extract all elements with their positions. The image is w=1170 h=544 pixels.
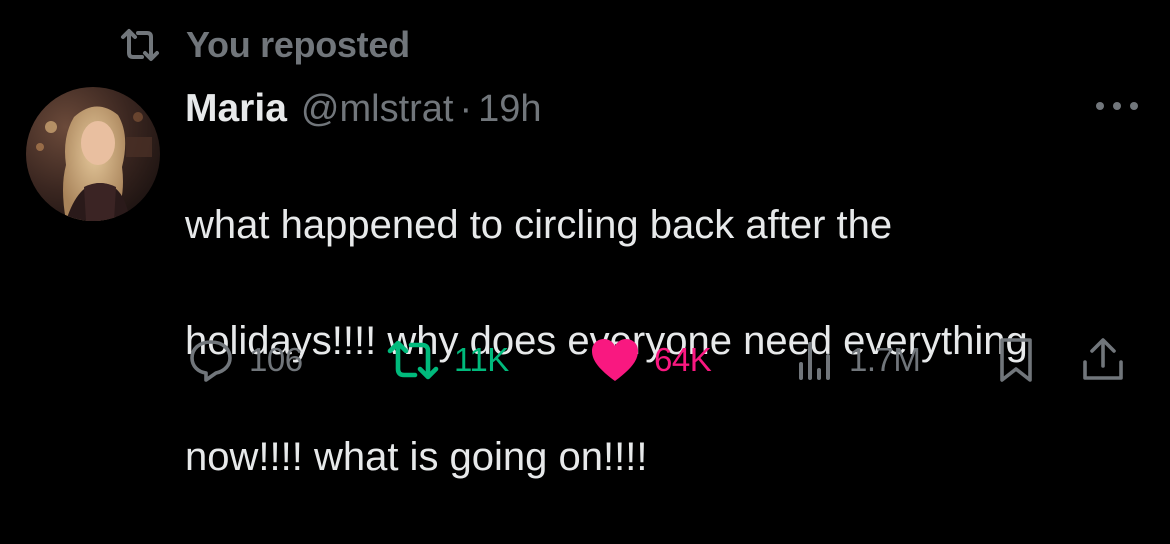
views-icon [795,338,835,382]
bookmark-icon [996,336,1036,384]
tweet-text-line: now!!!! what is going on!!!! [185,435,648,479]
share-button[interactable] [1080,330,1126,390]
bookmark-button[interactable] [996,330,1036,390]
like-count: 64K [654,341,712,378]
share-icon [1080,336,1126,384]
heart-icon [590,337,640,383]
tweet-text-line: what happened to circling back after the [185,203,893,247]
repost-icon [386,338,440,382]
more-horizontal-icon[interactable] [1092,96,1142,116]
repost-count: 11K [454,341,509,378]
action-bar: 106 11K 64K 1.7M [0,330,1170,390]
repost-button[interactable]: 11K [386,330,509,390]
author-name[interactable]: Maria [185,87,287,131]
like-button[interactable]: 64K [590,330,712,390]
tweet-card[interactable]: You reposted Maria @mlstrat · 19h what h… [0,0,1170,479]
avatar[interactable] [26,87,160,221]
separator-dot: · [459,87,473,130]
repost-banner: You reposted [118,22,410,68]
author-handle[interactable]: @mlstrat [301,88,454,131]
reply-count: 106 [249,341,303,378]
post-time[interactable]: 19h [478,88,541,131]
views-count: 1.7M [849,341,921,378]
views-button[interactable]: 1.7M [795,330,921,390]
tweet-header: Maria @mlstrat · 19h [185,84,542,134]
repost-banner-text: You reposted [186,24,410,65]
repost-icon [118,25,168,65]
reply-icon [187,336,235,384]
reply-button[interactable]: 106 [187,330,303,390]
